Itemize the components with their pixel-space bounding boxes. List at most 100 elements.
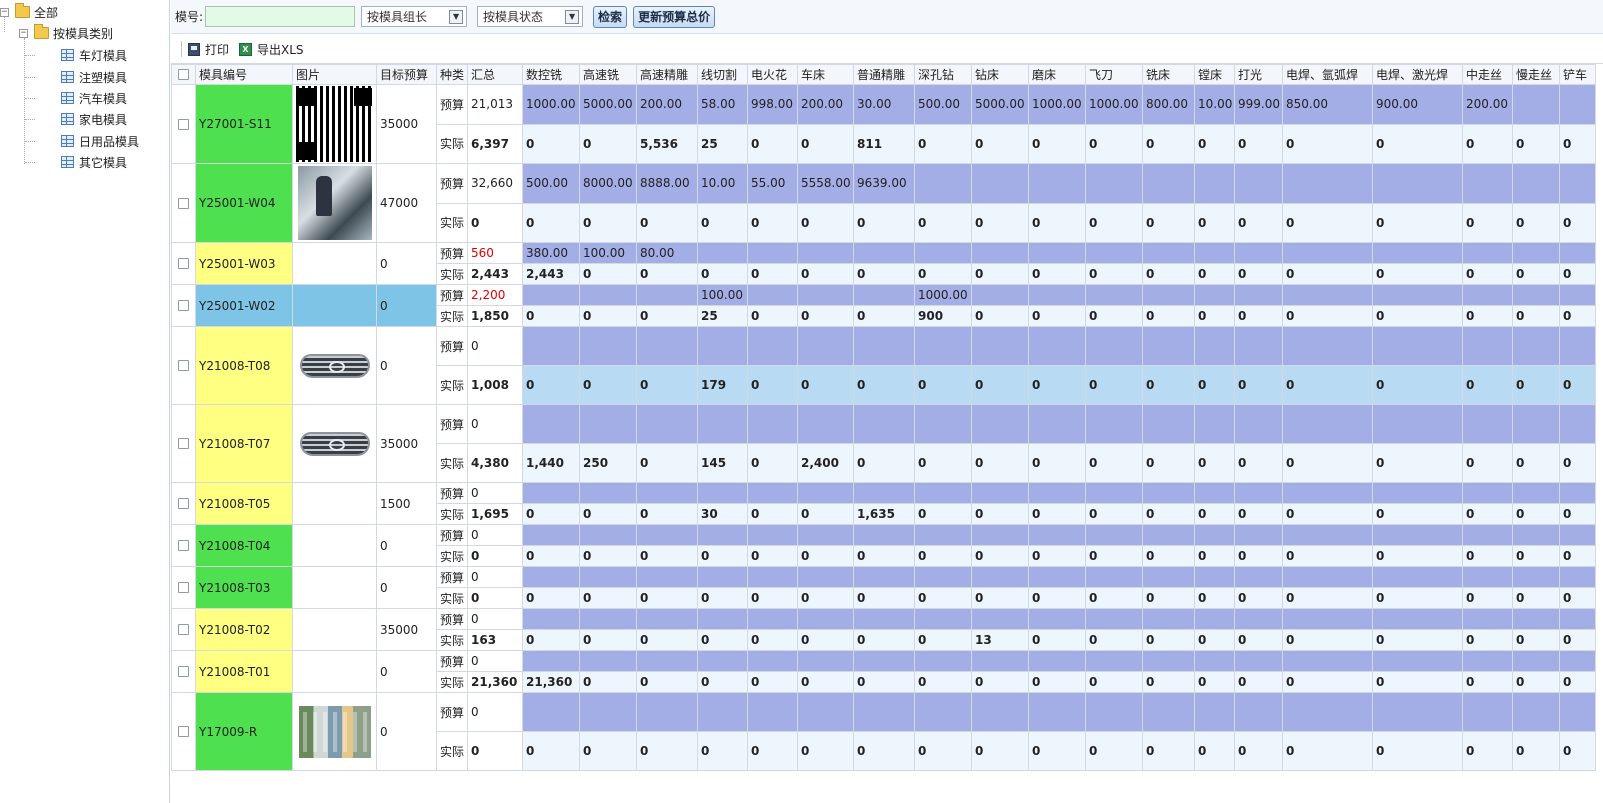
budget-cell[interactable]	[1372, 284, 1463, 306]
budget-cell[interactable]	[1234, 482, 1283, 504]
budget-cell[interactable]	[579, 284, 637, 306]
budget-cell[interactable]	[1142, 524, 1195, 546]
mold-number-input[interactable]	[205, 6, 356, 27]
budget-cell[interactable]	[1462, 404, 1513, 444]
budget-cell[interactable]: 80.00	[636, 242, 698, 264]
budget-cell[interactable]: 998.00	[747, 84, 798, 125]
mold-image[interactable]	[292, 650, 377, 693]
budget-cell[interactable]	[747, 242, 798, 264]
budget-cell[interactable]	[697, 524, 748, 546]
budget-cell[interactable]	[1559, 482, 1596, 504]
budget-cell[interactable]	[579, 566, 637, 588]
budget-cell[interactable]	[914, 566, 972, 588]
tree-item-auto-mold[interactable]: 汽车模具	[61, 88, 127, 108]
column-header[interactable]: 电焊、激光焊	[1372, 64, 1463, 85]
budget-cell[interactable]	[522, 482, 580, 504]
budget-cell[interactable]	[747, 608, 798, 630]
mold-image[interactable]	[292, 84, 377, 164]
budget-cell[interactable]	[1512, 404, 1560, 444]
budget-cell[interactable]	[1462, 692, 1513, 732]
budget-cell[interactable]	[797, 524, 854, 546]
budget-cell[interactable]	[1372, 566, 1463, 588]
budget-cell[interactable]	[1559, 326, 1596, 366]
budget-cell[interactable]	[1512, 326, 1560, 366]
budget-cell[interactable]	[1372, 326, 1463, 366]
column-header[interactable]: 线切割	[697, 64, 748, 85]
budget-cell[interactable]	[1085, 242, 1143, 264]
budget-cell[interactable]	[853, 650, 915, 672]
budget-cell[interactable]	[797, 242, 854, 264]
budget-cell[interactable]: 5558.00	[797, 163, 854, 204]
budget-cell[interactable]	[1372, 692, 1463, 732]
budget-cell[interactable]	[579, 608, 637, 630]
budget-cell[interactable]	[1234, 650, 1283, 672]
budget-cell[interactable]	[1559, 404, 1596, 444]
budget-cell[interactable]	[1512, 524, 1560, 546]
budget-cell[interactable]: 8000.00	[579, 163, 637, 204]
row-checkbox[interactable]	[171, 650, 196, 693]
collapse-toggle-icon[interactable]: −	[0, 7, 9, 17]
row-checkbox[interactable]	[171, 482, 196, 525]
row-checkbox[interactable]	[171, 163, 196, 243]
mold-id[interactable]: Y17009-R	[195, 692, 293, 771]
budget-cell[interactable]	[636, 692, 698, 732]
budget-cell[interactable]	[636, 524, 698, 546]
column-header[interactable]: 深孔钻	[914, 64, 972, 85]
group-leader-select[interactable]: 按模具组长 ▼	[361, 6, 468, 27]
budget-cell[interactable]	[1282, 326, 1373, 366]
column-header[interactable]: 种类	[436, 64, 468, 85]
column-header[interactable]: 电焊、氩弧焊	[1282, 64, 1373, 85]
budget-cell[interactable]	[971, 326, 1029, 366]
row-checkbox[interactable]	[171, 404, 196, 483]
budget-cell[interactable]	[1085, 650, 1143, 672]
budget-cell[interactable]	[853, 692, 915, 732]
budget-cell[interactable]: 100.00	[579, 242, 637, 264]
budget-cell[interactable]: 5000.00	[579, 84, 637, 125]
tree-item-other-mold[interactable]: 其它模具	[61, 152, 127, 172]
budget-cell[interactable]	[1234, 404, 1283, 444]
budget-cell[interactable]	[697, 692, 748, 732]
budget-cell[interactable]	[636, 566, 698, 588]
budget-cell[interactable]	[636, 326, 698, 366]
budget-cell[interactable]: 200.00	[797, 84, 854, 125]
budget-cell[interactable]	[1512, 84, 1560, 125]
budget-cell[interactable]	[747, 404, 798, 444]
budget-cell[interactable]	[1282, 284, 1373, 306]
budget-cell[interactable]	[1142, 650, 1195, 672]
budget-cell[interactable]: 8888.00	[636, 163, 698, 204]
budget-cell[interactable]	[1028, 482, 1086, 504]
budget-cell[interactable]	[853, 608, 915, 630]
budget-cell[interactable]	[1512, 242, 1560, 264]
budget-cell[interactable]	[1142, 326, 1195, 366]
budget-cell[interactable]: 58.00	[697, 84, 748, 125]
budget-cell[interactable]	[1142, 163, 1195, 204]
budget-cell[interactable]	[971, 524, 1029, 546]
budget-cell[interactable]	[697, 608, 748, 630]
budget-cell[interactable]	[914, 242, 972, 264]
mold-id[interactable]: Y25001-W03	[195, 242, 293, 285]
mold-id[interactable]: Y21008-T07	[195, 404, 293, 483]
row-checkbox[interactable]	[171, 608, 196, 651]
budget-cell[interactable]	[1085, 404, 1143, 444]
mold-image[interactable]	[292, 404, 377, 483]
row-checkbox[interactable]	[171, 242, 196, 285]
budget-cell[interactable]: 1000.00	[914, 284, 972, 306]
budget-cell[interactable]: 1000.00	[1028, 84, 1086, 125]
budget-cell[interactable]	[1194, 650, 1235, 672]
budget-cell[interactable]	[1282, 482, 1373, 504]
budget-cell[interactable]	[971, 284, 1029, 306]
mold-image[interactable]	[292, 284, 377, 327]
column-header[interactable]: 磨床	[1028, 64, 1086, 85]
budget-cell[interactable]	[1282, 692, 1373, 732]
budget-cell[interactable]	[1234, 284, 1283, 306]
budget-cell[interactable]	[1372, 404, 1463, 444]
budget-cell[interactable]	[579, 524, 637, 546]
budget-cell[interactable]	[636, 284, 698, 306]
mold-image[interactable]	[292, 242, 377, 285]
budget-cell[interactable]	[522, 566, 580, 588]
budget-cell[interactable]	[1512, 482, 1560, 504]
budget-cell[interactable]: 9639.00	[853, 163, 915, 204]
budget-cell[interactable]	[797, 566, 854, 588]
budget-cell[interactable]	[636, 482, 698, 504]
column-header[interactable]: 图片	[292, 64, 377, 85]
